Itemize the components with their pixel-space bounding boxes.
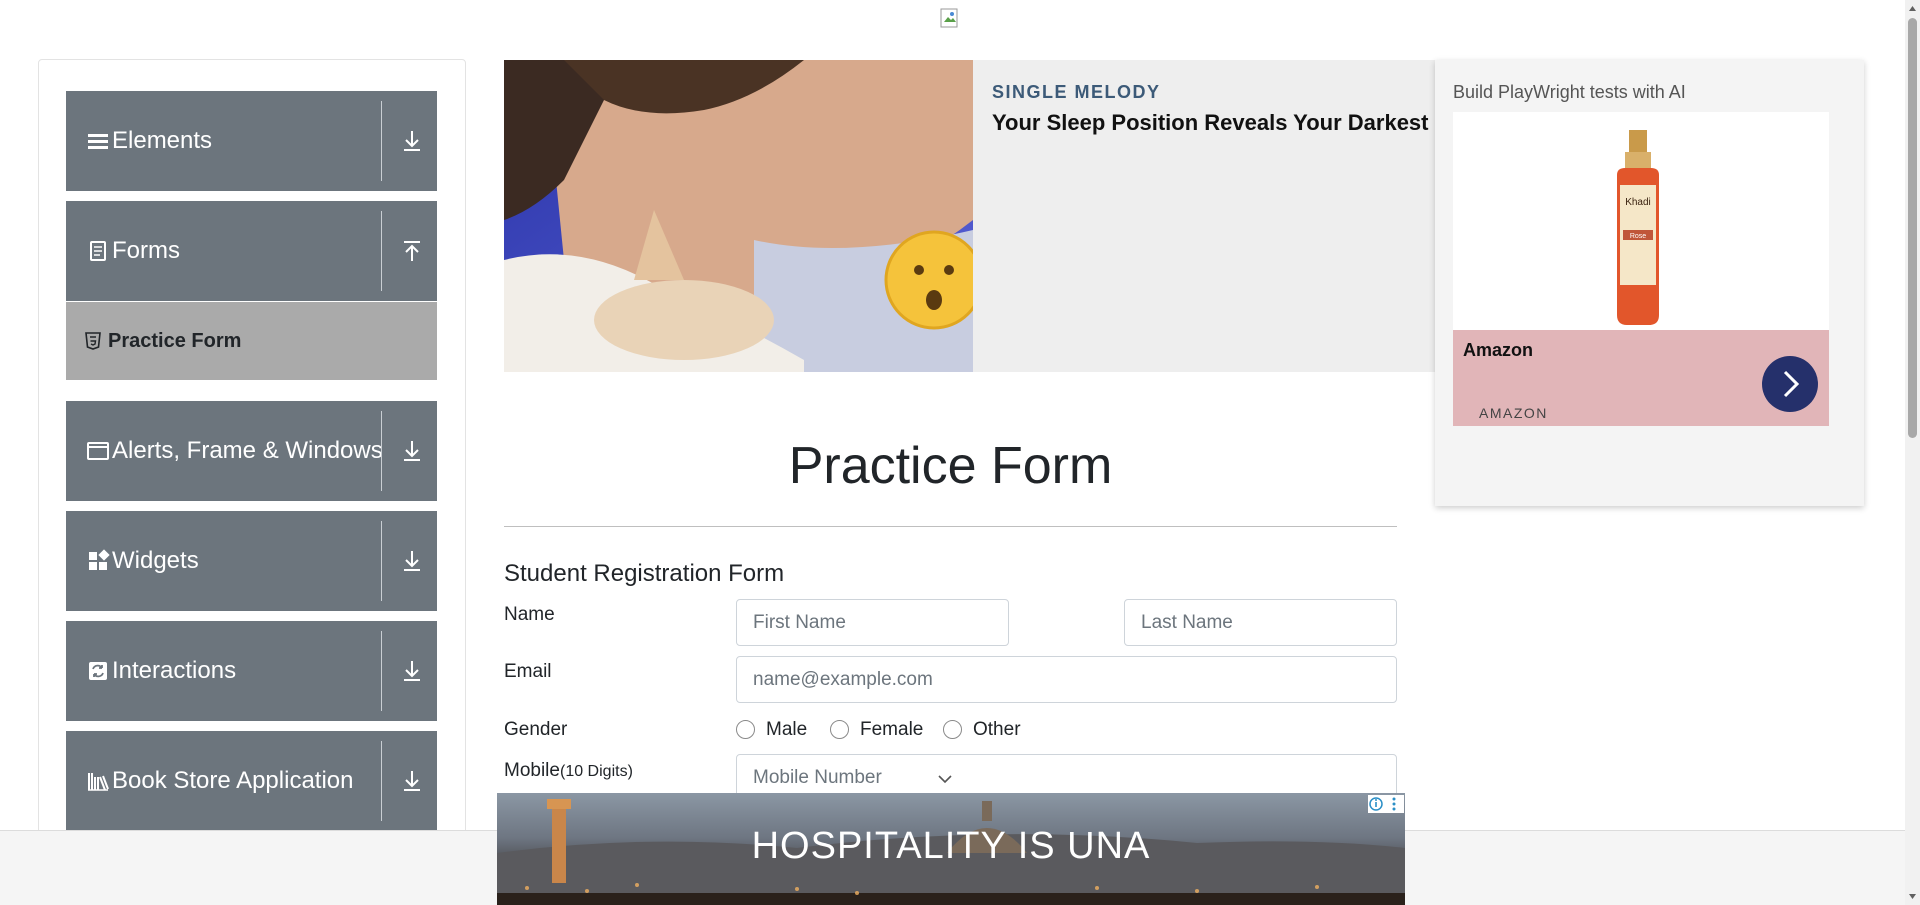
sidebar: Elements Forms Practice Form Alerts, Fra…: [38, 59, 466, 859]
sidebar-group-label: Widgets: [112, 547, 199, 574]
document-icon: [90, 241, 106, 261]
scrollbar-thumb[interactable]: [1908, 18, 1917, 438]
divider: [381, 631, 382, 711]
arrow-down-icon[interactable]: [398, 547, 426, 575]
gender-label-other[interactable]: Other: [973, 719, 1021, 741]
mobile-hint: (10 Digits): [559, 763, 633, 780]
arrow-down-icon[interactable]: [398, 437, 426, 465]
sidebar-group-label: Book Store Application: [112, 767, 354, 794]
scroll-down-arrow-icon[interactable]: [1908, 892, 1917, 901]
divider: [381, 211, 382, 291]
ad-brand-band: Amazon AMAZON: [1453, 330, 1829, 426]
arrow-down-icon[interactable]: [398, 657, 426, 685]
scroll-up-arrow-icon[interactable]: [1908, 4, 1917, 13]
sidebar-item-practice-form[interactable]: Practice Form: [66, 302, 437, 380]
gender-radio-other[interactable]: [943, 720, 962, 739]
sidebar-group-label: Alerts, Frame & Windows: [112, 437, 383, 464]
broken-image-icon: [940, 8, 958, 28]
arrow-down-icon[interactable]: [398, 127, 426, 155]
divider: [381, 521, 382, 601]
scrollbar[interactable]: [1905, 0, 1920, 905]
sidebar-group-interactions[interactable]: Interactions: [66, 621, 437, 721]
ad-next-button[interactable]: [1762, 356, 1818, 412]
first-name-input[interactable]: [736, 599, 1009, 646]
sidebar-group-label: Interactions: [112, 657, 237, 684]
chevron-down-icon: [938, 775, 952, 784]
arrow-down-icon[interactable]: [398, 767, 426, 795]
product-bottle-image: Khadi Rose: [1617, 130, 1659, 325]
mobile-label-text: Mobile: [504, 760, 560, 781]
sidebar-group-elements[interactable]: Elements: [66, 91, 437, 191]
gender-radio-female[interactable]: [830, 720, 849, 739]
ad-choices[interactable]: [1368, 795, 1404, 813]
ad-alt-text: Build PlayWright tests with AI: [1453, 82, 1686, 102]
mobile-label: Mobile(10 Digits): [504, 760, 633, 782]
sidebar-item-label: Practice Form: [108, 330, 242, 352]
interactions-icon: [89, 662, 107, 680]
email-label: Email: [504, 661, 552, 682]
name-label: Name: [504, 604, 555, 625]
email-input[interactable]: [736, 656, 1397, 703]
divider: [381, 411, 382, 491]
mobile-placeholder: Mobile Number: [753, 767, 882, 788]
sidebar-group-label: Forms: [112, 237, 180, 264]
ad-product-card[interactable]: Khadi Rose Amazon AMAZON: [1453, 112, 1829, 426]
ad-brand-sub: AMAZON: [1479, 405, 1548, 421]
sidebar-group-widgets[interactable]: Widgets: [66, 511, 437, 611]
sidebar-group-book-store[interactable]: Book Store Application: [66, 731, 437, 831]
divider: [381, 741, 382, 821]
divider: [504, 526, 1397, 527]
ad-headline[interactable]: Your Sleep Position Reveals Your Darkest…: [992, 110, 1432, 136]
html5-icon: [85, 332, 101, 350]
ad-bottom-text: HOSPITALITY IS UNA: [751, 825, 1151, 867]
page-title: Practice Form: [788, 437, 1113, 495]
window-icon: [87, 442, 109, 460]
divider: [381, 101, 382, 181]
ad-photo-sleeping-person: [504, 60, 973, 372]
ad-banner-bottom[interactable]: HOSPITALITY IS UNA: [497, 793, 1405, 905]
product-label-text: Khadi: [1625, 197, 1651, 208]
sidebar-group-label: Elements: [112, 127, 213, 154]
ad-side[interactable]: Build PlayWright tests with AI Khadi Ros…: [1435, 60, 1864, 506]
info-icon[interactable]: [1368, 795, 1404, 813]
sidebar-group-forms[interactable]: Forms: [66, 201, 437, 301]
arrow-up-icon[interactable]: [398, 237, 426, 265]
sidebar-group-alerts[interactable]: Alerts, Frame & Windows: [66, 401, 437, 501]
gender-label-male[interactable]: Male: [766, 719, 807, 741]
form-subtitle: Student Registration Form: [504, 560, 785, 587]
last-name-input[interactable]: [1124, 599, 1397, 646]
hamburger-icon: [88, 134, 108, 149]
gender-label: Gender: [504, 719, 568, 740]
chevron-right-icon: [1783, 370, 1800, 398]
ad-brand: Amazon: [1463, 340, 1534, 360]
widgets-icon: [89, 549, 110, 570]
gender-radio-male[interactable]: [736, 720, 755, 739]
gender-label-female[interactable]: Female: [860, 719, 923, 741]
books-icon: [88, 773, 109, 791]
ad-source: SINGLE MELODY: [992, 82, 1161, 102]
product-variant-text: Rose: [1630, 233, 1646, 240]
